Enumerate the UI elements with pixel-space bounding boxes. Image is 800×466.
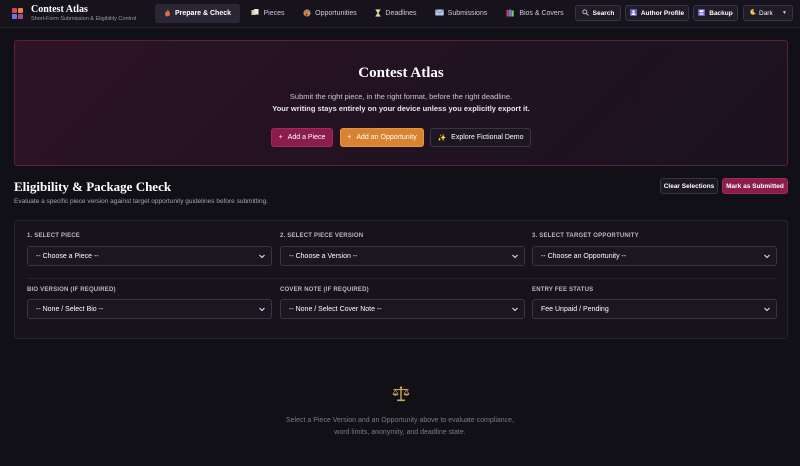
add-piece-button[interactable]: + Add a Piece (271, 128, 333, 147)
theme-select[interactable]: Dark ▼ (743, 5, 793, 21)
cover-note-select[interactable]: -- None / Select Cover Note -- (280, 299, 525, 319)
hero-title: Contest Atlas (358, 65, 444, 81)
author-profile-button[interactable]: Author Profile (625, 5, 689, 21)
theme-select-value: Dark (759, 9, 773, 17)
nav-prepare-check[interactable]: Prepare & Check (155, 4, 240, 23)
bio-select-value: -- None / Select Bio -- (36, 305, 104, 313)
moon-icon (750, 9, 756, 17)
chevron-down-icon (259, 307, 265, 312)
scales-icon (392, 386, 410, 402)
hero-banner: Contest Atlas Submit the right piece, in… (14, 40, 788, 166)
piece-field-label: 1. SELECT PIECE (27, 233, 81, 239)
chevron-down-icon: ▼ (782, 10, 787, 16)
author-icon (629, 8, 637, 18)
hero-tagline: Submit the right piece, in the right for… (289, 92, 513, 101)
explore-demo-label: Explore Fictional Demo (451, 134, 524, 141)
add-opportunity-label: Add an Opportunity (356, 134, 417, 141)
bio-field-label: BIO VERSION (IF REQUIRED) (27, 287, 116, 293)
eligibility-form-panel: 1. SELECT PIECE -- Choose a Piece -- 2. … (14, 220, 788, 339)
version-select-value: -- Choose a Version -- (289, 252, 358, 260)
nav-opportunities[interactable]: Opportunities (296, 4, 364, 23)
nav-submissions[interactable]: Submissions (428, 4, 494, 23)
plus-icon: + (347, 134, 352, 141)
search-button[interactable]: Search (575, 5, 621, 21)
explore-demo-button[interactable]: ✨ Explore Fictional Demo (430, 128, 531, 147)
entry-fee-select-value: Fee Unpaid / Pending (541, 305, 609, 313)
search-icon (582, 8, 589, 18)
cover-note-field-label: COVER NOTE (IF REQUIRED) (280, 287, 369, 293)
section-title: Eligibility & Package Check (14, 179, 172, 194)
opportunity-select[interactable]: -- Choose an Opportunity -- (532, 246, 777, 266)
chevron-down-icon (259, 254, 265, 259)
palette-icon (303, 8, 311, 19)
nav-prepare-check-label: Prepare & Check (174, 10, 232, 17)
nav-bios-covers[interactable]: Bios & Covers (498, 4, 572, 23)
nav-opportunities-label: Opportunities (315, 10, 357, 17)
version-field-label: 2. SELECT PIECE VERSION (280, 233, 364, 239)
books-icon (506, 9, 515, 19)
bio-select[interactable]: -- None / Select Bio -- (27, 299, 272, 319)
version-select[interactable]: -- Choose a Version -- (280, 246, 525, 266)
brand-title: Contest Atlas (31, 4, 88, 15)
opportunity-field-label: 3. SELECT TARGET OPPORTUNITY (532, 233, 639, 239)
brand-subtitle: Short-Form Submission & Eligibility Cont… (31, 16, 137, 22)
mark-submitted-button[interactable]: Mark as Submitted (722, 178, 788, 194)
clear-selections-button[interactable]: Clear Selections (660, 178, 718, 194)
author-profile-label: Author Profile (640, 9, 685, 17)
nav-pieces-label: Pieces (263, 10, 285, 17)
entry-fee-select[interactable]: Fee Unpaid / Pending (532, 299, 777, 319)
search-label: Search (592, 9, 615, 17)
entry-fee-field-label: ENTRY FEE STATUS (532, 287, 594, 293)
chevron-down-icon (764, 307, 770, 312)
plus-icon: + (278, 134, 283, 141)
form-divider (27, 278, 776, 279)
cover-note-select-value: -- None / Select Cover Note -- (289, 305, 382, 313)
nav-pieces[interactable]: Pieces (244, 4, 292, 23)
backup-icon (698, 8, 706, 18)
backup-button[interactable]: Backup (693, 5, 738, 21)
mail-icon (434, 9, 444, 18)
sparkle-icon: ✨ (437, 134, 447, 142)
chevron-down-icon (512, 254, 518, 259)
pages-icon (251, 8, 260, 18)
opportunity-select-value: -- Choose an Opportunity -- (541, 252, 627, 260)
piece-select[interactable]: -- Choose a Piece -- (27, 246, 272, 266)
section-subtitle: Evaluate a specific piece version agains… (14, 198, 269, 205)
piece-select-value: -- Choose a Piece -- (36, 252, 99, 260)
hourglass-icon (375, 8, 382, 19)
nav-submissions-label: Submissions (447, 10, 488, 17)
flame-icon (164, 8, 171, 19)
app-logo-icon (12, 7, 24, 20)
add-piece-label: Add a Piece (287, 134, 326, 141)
empty-state-message: Select a Piece Version and an Opportunit… (285, 417, 515, 436)
hero-privacy-note: Your writing stays entirely on your devi… (272, 104, 530, 113)
chevron-down-icon (512, 307, 518, 312)
add-opportunity-button[interactable]: + Add an Opportunity (340, 128, 424, 147)
backup-label: Backup (709, 9, 733, 17)
nav-deadlines-label: Deadlines (385, 10, 417, 17)
chevron-down-icon (764, 254, 770, 259)
nav-deadlines[interactable]: Deadlines (368, 4, 424, 23)
nav-bios-covers-label: Bios & Covers (519, 10, 564, 17)
brand[interactable]: Contest Atlas Short-Form Submission & El… (12, 5, 152, 22)
